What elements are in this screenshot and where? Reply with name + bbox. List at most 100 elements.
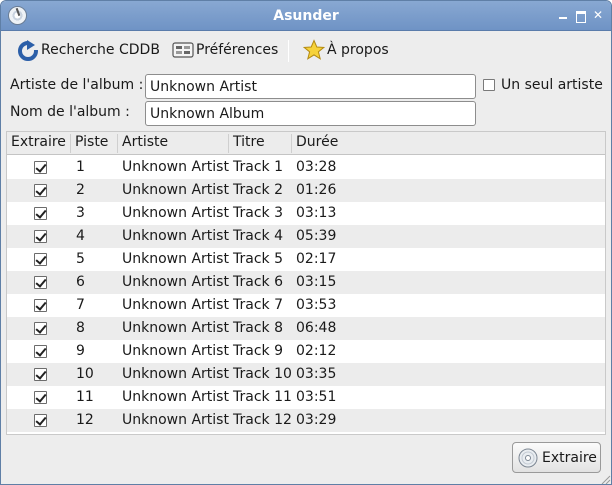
title-cell[interactable]: Track 8 xyxy=(233,320,283,336)
artist-cell[interactable]: Unknown Artist xyxy=(122,251,229,267)
table-row[interactable]: 1 Unknown Artist Track 1 03:28 xyxy=(7,156,605,179)
track-number-cell: 11 xyxy=(76,389,94,405)
title-cell[interactable]: Track 10 xyxy=(233,366,292,382)
window-title: Asunder xyxy=(273,8,339,24)
checkmark-icon[interactable] xyxy=(34,253,47,266)
extract-checkbox[interactable] xyxy=(34,414,47,427)
extract-checkbox[interactable] xyxy=(34,299,47,312)
duration-cell: 02:17 xyxy=(296,251,337,267)
column-header-artist[interactable]: Artiste xyxy=(117,134,228,153)
title-cell[interactable]: Track 9 xyxy=(233,343,283,359)
table-row[interactable]: 4 Unknown Artist Track 4 05:39 xyxy=(7,225,605,248)
artist-cell[interactable]: Unknown Artist xyxy=(122,389,229,405)
preferences-button[interactable]: Préférences xyxy=(168,36,282,64)
checkmark-icon[interactable] xyxy=(34,230,47,243)
minimize-icon[interactable] xyxy=(557,9,569,21)
track-number-cell: 2 xyxy=(76,182,85,198)
extract-checkbox[interactable] xyxy=(34,322,47,335)
table-row[interactable]: 8 Unknown Artist Track 8 06:48 xyxy=(7,317,605,340)
checkmark-icon[interactable] xyxy=(34,276,47,289)
extract-checkbox[interactable] xyxy=(34,207,47,220)
single-artist-checkbox[interactable] xyxy=(483,79,495,91)
table-row[interactable]: 7 Unknown Artist Track 7 03:53 xyxy=(7,294,605,317)
checkmark-icon[interactable] xyxy=(34,414,47,427)
single-artist-label: Un seul artiste xyxy=(501,77,603,93)
checkmark-icon[interactable] xyxy=(34,207,47,220)
artist-cell[interactable]: Unknown Artist xyxy=(122,412,229,428)
duration-cell: 03:53 xyxy=(296,297,337,313)
track-list: Extraire Piste Artiste Titre Durée 1 Unkn… xyxy=(6,131,606,435)
title-cell[interactable]: Track 11 xyxy=(233,389,292,405)
checkmark-icon[interactable] xyxy=(34,391,47,404)
extract-checkbox[interactable] xyxy=(34,161,47,174)
checkmark-icon[interactable] xyxy=(34,161,47,174)
column-header-extract[interactable]: Extraire xyxy=(7,134,70,153)
extract-checkbox[interactable] xyxy=(34,368,47,381)
extract-checkbox[interactable] xyxy=(34,345,47,358)
duration-cell: 02:12 xyxy=(296,343,337,359)
duration-cell: 03:13 xyxy=(296,205,337,221)
track-number-cell: 10 xyxy=(76,366,94,382)
close-icon[interactable]: ✕ xyxy=(592,9,604,21)
duration-cell: 05:39 xyxy=(296,228,337,244)
table-row[interactable]: 9 Unknown Artist Track 9 02:12 xyxy=(7,340,605,363)
title-cell[interactable]: Track 3 xyxy=(233,205,283,221)
table-row[interactable]: 10 Unknown Artist Track 10 03:35 xyxy=(7,363,605,386)
artist-cell[interactable]: Unknown Artist xyxy=(122,274,229,290)
about-button[interactable]: À propos xyxy=(299,36,393,64)
app-window: Asunder ✕ Recherche CDDB Préférences À p… xyxy=(0,0,612,485)
artist-cell[interactable]: Unknown Artist xyxy=(122,182,229,198)
artist-cell[interactable]: Unknown Artist xyxy=(122,205,229,221)
title-bar[interactable]: Asunder ✕ xyxy=(1,1,611,31)
artist-cell[interactable]: Unknown Artist xyxy=(122,297,229,313)
extract-checkbox[interactable] xyxy=(34,230,47,243)
checkmark-icon[interactable] xyxy=(34,345,47,358)
title-cell[interactable]: Track 7 xyxy=(233,297,283,313)
artist-cell[interactable]: Unknown Artist xyxy=(122,320,229,336)
checkmark-icon[interactable] xyxy=(34,184,47,197)
title-cell[interactable]: Track 5 xyxy=(233,251,283,267)
checkmark-icon[interactable] xyxy=(34,299,47,312)
track-number-cell: 6 xyxy=(76,274,85,290)
single-artist-toggle[interactable]: Un seul artiste xyxy=(483,77,603,93)
about-label: À propos xyxy=(327,42,389,58)
checkmark-icon[interactable] xyxy=(34,322,47,335)
track-number-cell: 1 xyxy=(76,159,85,175)
toolbar-separator xyxy=(288,40,289,62)
extract-button[interactable]: Extraire xyxy=(512,442,601,473)
track-number-cell: 5 xyxy=(76,251,85,267)
extract-checkbox[interactable] xyxy=(34,276,47,289)
resize-grip-icon[interactable] xyxy=(599,473,611,485)
track-number-cell: 4 xyxy=(76,228,85,244)
artist-cell[interactable]: Unknown Artist xyxy=(122,228,229,244)
album-artist-input[interactable] xyxy=(145,74,476,99)
title-cell[interactable]: Track 2 xyxy=(233,182,283,198)
table-row[interactable]: 2 Unknown Artist Track 2 01:26 xyxy=(7,179,605,202)
duration-cell: 06:48 xyxy=(296,320,337,336)
artist-cell[interactable]: Unknown Artist xyxy=(122,159,229,175)
table-row[interactable]: 6 Unknown Artist Track 6 03:15 xyxy=(7,271,605,294)
extract-checkbox[interactable] xyxy=(34,184,47,197)
album-name-input[interactable] xyxy=(145,101,476,126)
table-row[interactable]: 5 Unknown Artist Track 5 02:17 xyxy=(7,248,605,271)
checkmark-icon[interactable] xyxy=(34,368,47,381)
duration-cell: 03:29 xyxy=(296,412,337,428)
column-header-title[interactable]: Titre xyxy=(228,134,291,153)
extract-checkbox[interactable] xyxy=(34,253,47,266)
table-row[interactable]: 11 Unknown Artist Track 11 03:51 xyxy=(7,386,605,409)
table-row[interactable]: 3 Unknown Artist Track 3 03:13 xyxy=(7,202,605,225)
extract-checkbox[interactable] xyxy=(34,391,47,404)
title-cell[interactable]: Track 4 xyxy=(233,228,283,244)
title-cell[interactable]: Track 1 xyxy=(233,159,283,175)
cddb-lookup-label: Recherche CDDB xyxy=(41,42,160,58)
table-row[interactable]: 12 Unknown Artist Track 12 03:29 xyxy=(7,409,605,432)
cddb-lookup-button[interactable]: Recherche CDDB xyxy=(13,36,164,64)
title-cell[interactable]: Track 6 xyxy=(233,274,283,290)
artist-cell[interactable]: Unknown Artist xyxy=(122,343,229,359)
column-header-duration[interactable]: Durée xyxy=(291,134,605,153)
title-cell[interactable]: Track 12 xyxy=(233,412,292,428)
album-name-label: Nom de l'album : xyxy=(10,104,130,120)
column-header-track[interactable]: Piste xyxy=(70,134,117,153)
artist-cell[interactable]: Unknown Artist xyxy=(122,366,229,382)
maximize-icon[interactable] xyxy=(574,9,586,23)
